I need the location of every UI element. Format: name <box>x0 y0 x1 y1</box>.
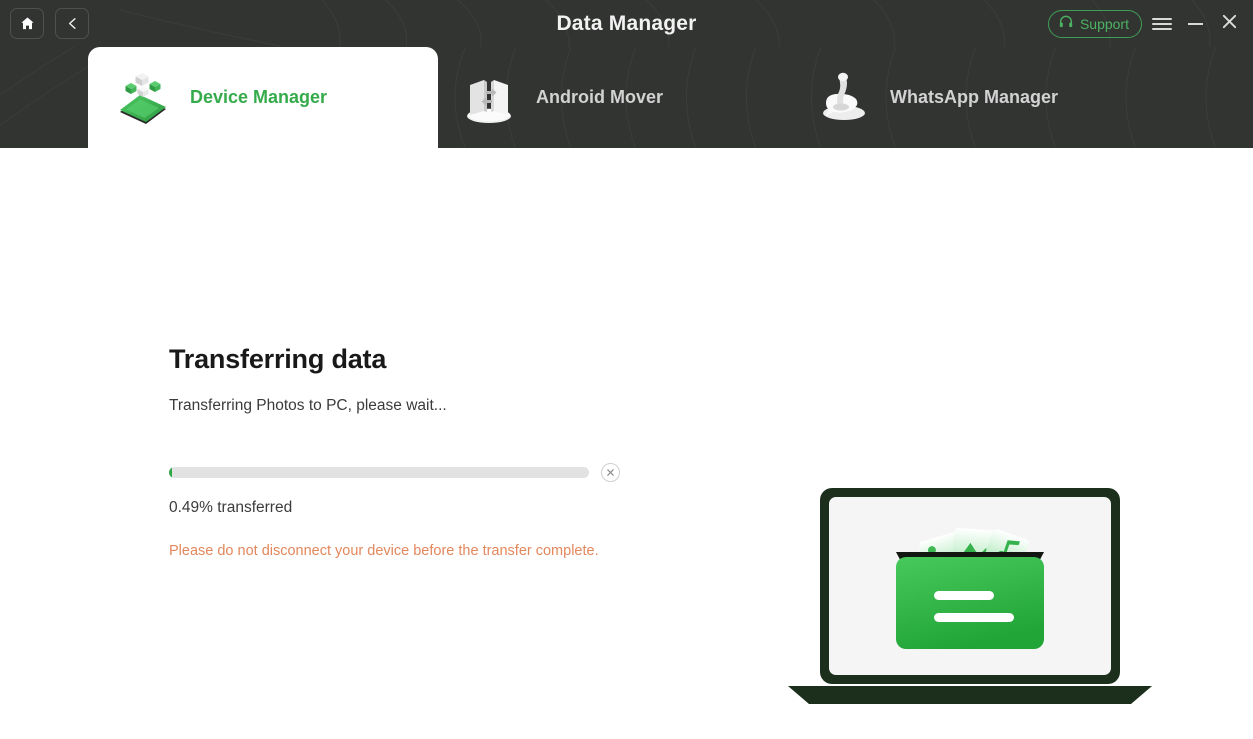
hamburger-menu-icon <box>1151 15 1172 33</box>
back-chevron-icon <box>65 16 80 31</box>
menu-button[interactable] <box>1147 8 1176 40</box>
tab-android-mover[interactable]: Android Mover <box>438 47 788 148</box>
home-icon <box>20 16 35 31</box>
android-mover-icon <box>458 67 520 129</box>
tab-device-manager-label: Device Manager <box>190 87 328 107</box>
tab-whatsapp-manager-label: WhatsApp Manager <box>890 87 1059 107</box>
whatsapp-manager-icon <box>812 67 874 129</box>
tab-bar: Device Manager Android Mover WhatsApp Ma… <box>0 47 1253 148</box>
home-button[interactable] <box>10 8 44 39</box>
navigation-buttons <box>10 8 89 39</box>
tab-android-mover-label: Android Mover <box>536 87 664 107</box>
disconnect-warning-text: Please do not disconnect your device bef… <box>169 543 599 559</box>
minimize-button[interactable] <box>1181 8 1210 40</box>
back-button[interactable] <box>55 8 89 39</box>
support-button[interactable]: Support <box>1047 9 1142 38</box>
headset-icon <box>1058 14 1074 33</box>
support-button-label: Support <box>1079 15 1129 32</box>
transfer-status-panel: Transferring data Transferring Photos to… <box>169 344 639 559</box>
tab-whatsapp-manager[interactable]: WhatsApp Manager <box>788 47 1128 148</box>
close-icon <box>1220 12 1239 36</box>
phone-transfer-icon <box>112 67 174 129</box>
cancel-transfer-button[interactable] <box>601 463 620 482</box>
window-controls: Support <box>1047 0 1244 47</box>
tab-list: Device Manager Android Mover WhatsApp Ma… <box>0 47 1253 148</box>
tab-device-manager[interactable]: Device Manager <box>88 47 438 148</box>
minimize-icon <box>1188 22 1203 25</box>
main-content: Transferring data Transferring Photos to… <box>0 148 1253 739</box>
progress-bar-fill <box>169 467 172 478</box>
progress-row <box>169 463 639 482</box>
close-button[interactable] <box>1215 8 1244 40</box>
close-circle-icon <box>606 464 615 482</box>
laptop-with-media-folder-icon <box>786 485 1154 705</box>
transfer-subtitle: Transferring Photos to PC, please wait..… <box>169 397 447 414</box>
transfer-title: Transferring data <box>169 344 387 374</box>
progress-percent-text: 0.49% transferred <box>169 499 293 516</box>
title-bar: Data Manager Support <box>0 0 1253 47</box>
progress-bar[interactable] <box>169 467 589 478</box>
